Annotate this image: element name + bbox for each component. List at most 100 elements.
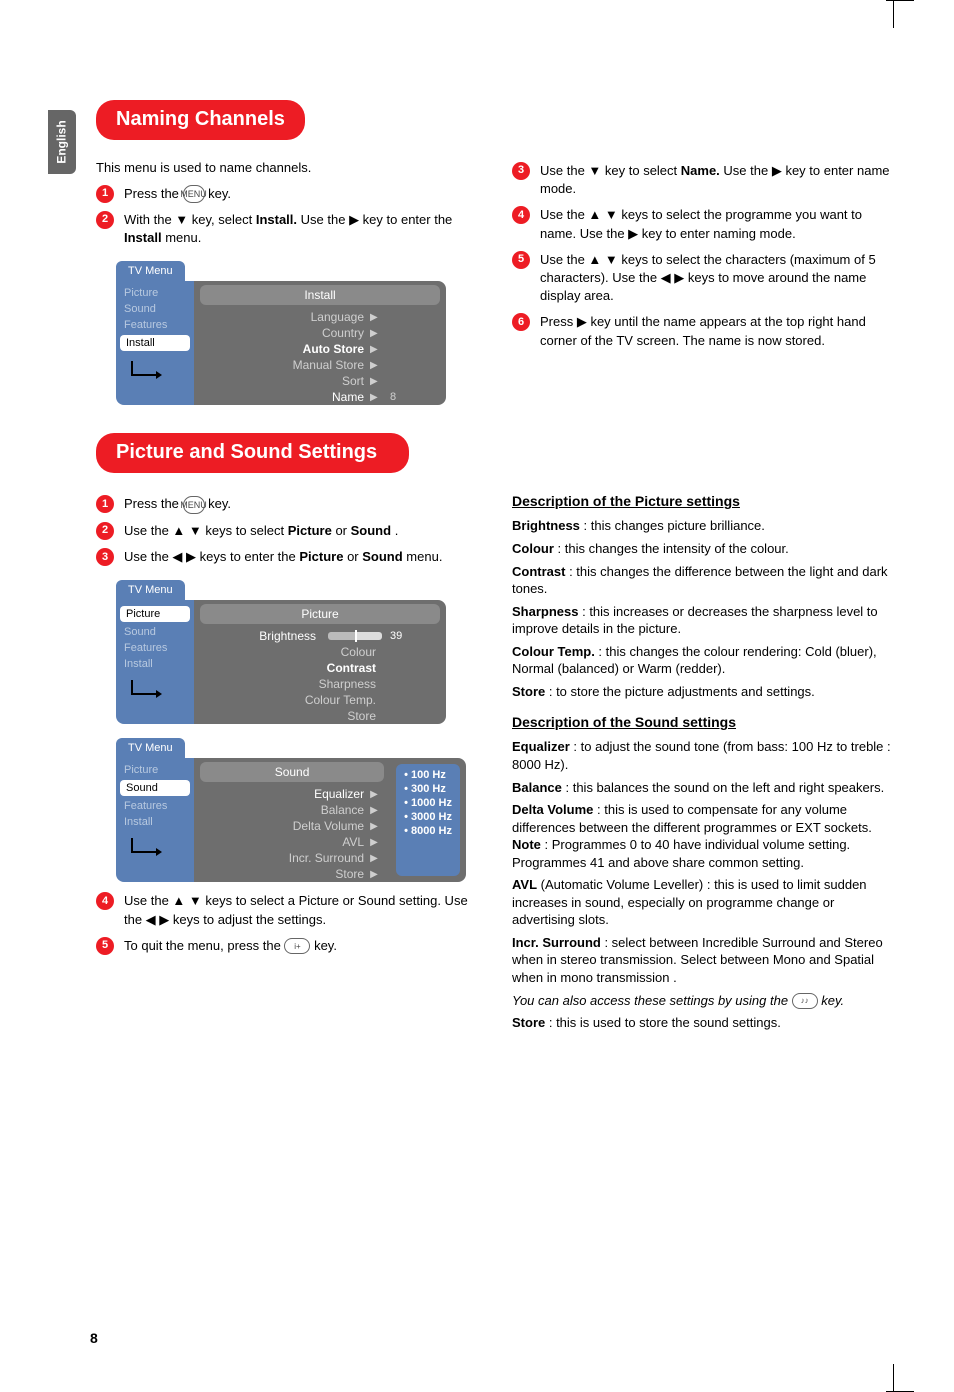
step-number-icon: 1 bbox=[96, 185, 114, 203]
menu-value: 39 bbox=[382, 630, 438, 642]
desc-para: Brightness : this changes picture brilli… bbox=[512, 517, 896, 535]
step-text: Press the bbox=[124, 496, 183, 511]
step-text: Use the ▲ ▼ keys to select bbox=[124, 523, 288, 538]
heading-picture-sound: Picture and Sound Settings bbox=[96, 433, 409, 473]
ps-step-1: 1 Press the MENU key. bbox=[96, 495, 480, 514]
desc-term: Delta Volume bbox=[512, 802, 593, 817]
sidebar-item-selected: Picture bbox=[120, 606, 190, 622]
equalizer-values-box: • 100 Hz • 300 Hz • 1000 Hz • 3000 Hz • … bbox=[396, 764, 460, 876]
tv-menu-main-panel: Picture Brightness39 Colour Contrast Sha… bbox=[194, 600, 446, 724]
desc-text: : this changes picture brilliance. bbox=[580, 518, 765, 533]
sidebar-item: Install bbox=[116, 814, 194, 830]
desc-para: Delta Volume : this is used to compensat… bbox=[512, 801, 896, 871]
step-number-icon: 5 bbox=[512, 251, 530, 269]
desc-picture-heading: Description of the Picture settings bbox=[512, 493, 896, 509]
desc-para: Sharpness : this increases or decreases … bbox=[512, 603, 896, 638]
page-number: 8 bbox=[90, 1330, 98, 1346]
menu-item: Sharpness bbox=[202, 677, 382, 691]
eq-value: • 8000 Hz bbox=[404, 824, 452, 838]
menu-item: Manual Store bbox=[202, 358, 370, 372]
sidebar-item: Features bbox=[116, 317, 194, 333]
desc-text: key. bbox=[818, 993, 845, 1008]
tv-menu-main-panel: Install Language▶ Country▶ Auto Store▶ M… bbox=[194, 281, 446, 405]
desc-para: Incr. Surround : select between Incredib… bbox=[512, 934, 896, 987]
sidebar-item: Sound bbox=[116, 301, 194, 317]
desc-para: Colour Temp. : this changes the colour r… bbox=[512, 643, 896, 678]
desc-term: Colour Temp. bbox=[512, 644, 595, 659]
sidebar-item: Picture bbox=[116, 762, 194, 778]
menu-key-icon: MENU bbox=[183, 496, 205, 514]
tv-menu-title: Sound bbox=[200, 762, 384, 782]
desc-term: Note bbox=[512, 837, 541, 852]
step-text: or bbox=[335, 523, 350, 538]
slider-icon bbox=[328, 632, 382, 640]
tv-menu-sidebar: Picture Sound Features Install bbox=[116, 758, 194, 882]
crop-mark bbox=[893, 1364, 894, 1392]
eq-value: • 1000 Hz bbox=[404, 796, 452, 810]
desc-term: Brightness bbox=[512, 518, 580, 533]
step-text-bold: Name. bbox=[681, 163, 720, 178]
menu-item: Store bbox=[202, 709, 382, 723]
sidebar-item-selected: Sound bbox=[120, 780, 190, 796]
ps-step-5: 5 To quit the menu, press the i+ key. bbox=[96, 937, 480, 955]
curved-arrow-icon bbox=[126, 359, 166, 389]
desc-para: Balance : this balances the sound on the… bbox=[512, 779, 896, 797]
chevron-right-icon: ▶ bbox=[370, 376, 382, 387]
curved-arrow-icon bbox=[126, 678, 166, 708]
menu-item: Country bbox=[202, 326, 370, 340]
desc-term: Store bbox=[512, 684, 545, 699]
chevron-right-icon: ▶ bbox=[370, 837, 382, 848]
desc-term: Sharpness bbox=[512, 604, 578, 619]
naming-step-6: 6 Press ▶ key until the name appears at … bbox=[512, 313, 896, 349]
desc-term: Colour bbox=[512, 541, 554, 556]
step-text: or bbox=[347, 549, 362, 564]
step-text: Use the ▲ ▼ keys to select a Picture or … bbox=[124, 892, 480, 928]
chevron-right-icon: ▶ bbox=[370, 805, 382, 816]
tv-menu-install-figure: TV Menu Picture Sound Features Install I… bbox=[116, 261, 446, 405]
naming-step-5: 5 Use the ▲ ▼ keys to select the charact… bbox=[512, 251, 896, 306]
desc-para: Store : to store the picture adjustments… bbox=[512, 683, 896, 701]
step-number-icon: 1 bbox=[96, 495, 114, 513]
desc-para: AVL (Automatic Volume Leveller) : this i… bbox=[512, 876, 896, 929]
step-text-bold: Sound bbox=[362, 549, 402, 564]
step-number-icon: 4 bbox=[512, 206, 530, 224]
language-tab: English bbox=[48, 110, 76, 174]
naming-step-2: 2 With the ▼ key, select Install. Use th… bbox=[96, 211, 480, 247]
step-text: menu. bbox=[165, 230, 201, 245]
naming-step-1: 1 Press the MENU key. bbox=[96, 185, 480, 204]
step-number-icon: 5 bbox=[96, 937, 114, 955]
desc-term: Store bbox=[512, 1015, 545, 1030]
desc-para-italic: You can also access these settings by us… bbox=[512, 992, 896, 1010]
desc-text: (Automatic Volume Leveller) : this is us… bbox=[512, 877, 867, 927]
step-number-icon: 4 bbox=[96, 892, 114, 910]
menu-item: Balance bbox=[202, 803, 370, 817]
menu-item-bold: Contrast bbox=[202, 661, 382, 675]
chevron-right-icon: ▶ bbox=[370, 869, 382, 880]
step-text: Press ▶ key until the name appears at th… bbox=[540, 313, 896, 349]
naming-step-3: 3 Use the ▼ key to select Name. Use the … bbox=[512, 162, 896, 198]
sidebar-item: Sound bbox=[116, 624, 194, 640]
step-text: Press the bbox=[124, 186, 183, 201]
chevron-right-icon: ▶ bbox=[370, 821, 382, 832]
tv-menu-main-panel: Sound Equalizer▶ Balance▶ Delta Volume▶ … bbox=[194, 758, 466, 882]
tv-menu-tab: TV Menu bbox=[116, 738, 185, 758]
desc-text: : this balances the sound on the left an… bbox=[562, 780, 884, 795]
tv-menu-sidebar: Picture Sound Features Install bbox=[116, 281, 194, 405]
desc-para: Equalizer : to adjust the sound tone (fr… bbox=[512, 738, 896, 773]
desc-para: Contrast : this changes the difference b… bbox=[512, 563, 896, 598]
chevron-right-icon: ▶ bbox=[370, 312, 382, 323]
step-text: key. bbox=[208, 186, 231, 201]
step-number-icon: 6 bbox=[512, 313, 530, 331]
step-text-bold: Install. bbox=[256, 212, 297, 227]
step-text: Use the ▲ ▼ keys to select the programme… bbox=[540, 206, 896, 242]
sidebar-item: Picture bbox=[116, 285, 194, 301]
desc-text: : this changes the difference between th… bbox=[512, 564, 888, 597]
menu-item: Colour bbox=[202, 645, 382, 659]
menu-item: AVL bbox=[202, 835, 370, 849]
menu-item: Language bbox=[202, 310, 370, 324]
info-key-icon: i+ bbox=[284, 938, 310, 954]
menu-key-icon: MENU bbox=[183, 185, 205, 203]
desc-term: Incr. Surround bbox=[512, 935, 601, 950]
ps-step-2: 2 Use the ▲ ▼ keys to select Picture or … bbox=[96, 522, 480, 540]
crop-mark bbox=[886, 0, 914, 1]
